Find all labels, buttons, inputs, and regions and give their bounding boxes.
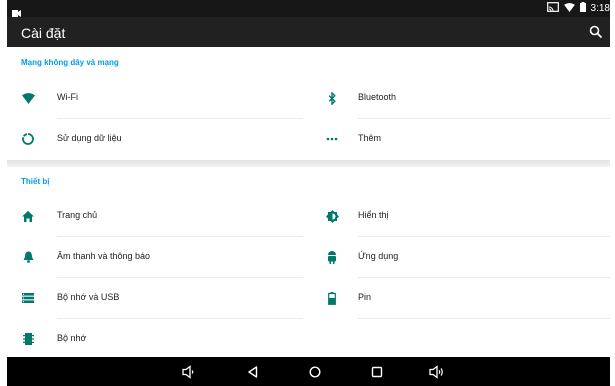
- settings-item-battery[interactable]: Pin: [7, 278, 610, 318]
- navigation-bar: [7, 357, 610, 386]
- battery-icon: [579, 2, 586, 15]
- settings-item-apps[interactable]: Ứng dụng: [7, 237, 610, 277]
- settings-item-display[interactable]: Hiển thị: [7, 196, 610, 236]
- battery-icon: [325, 291, 339, 305]
- settings-item-label: Pin: [358, 292, 372, 302]
- home-button[interactable]: [307, 364, 323, 380]
- device-section: Thiết bị Trang chủ Hiển thị Âm thanh và …: [7, 167, 610, 357]
- bluetooth-icon: [325, 91, 339, 105]
- section-header-device: Thiết bị: [21, 177, 50, 186]
- settings-item-label: Thêm: [358, 133, 382, 143]
- clock-time: 3:18: [590, 3, 610, 14]
- settings-item-label: Bluetooth: [358, 92, 397, 102]
- settings-screen: 3:18 Cài đặt Mạng không dây và mạng Wi-F…: [7, 0, 610, 386]
- wifi-icon: [563, 2, 575, 15]
- back-icon: [245, 366, 261, 384]
- cast-icon: [546, 2, 559, 15]
- volume-up-button[interactable]: [429, 364, 445, 380]
- recents-icon: [369, 366, 385, 384]
- settings-item-memory[interactable]: Bộ nhớ: [7, 319, 303, 359]
- back-button[interactable]: [245, 364, 261, 380]
- settings-item-label: Bộ nhớ: [57, 333, 87, 343]
- recents-button[interactable]: [369, 364, 385, 380]
- wireless-networks-section: Mạng không dây và mạng Wi-Fi Bluetooth S…: [7, 47, 610, 160]
- volume-down-button[interactable]: [181, 364, 197, 380]
- divider: [358, 318, 610, 319]
- volume-up-icon: [429, 365, 445, 384]
- search-icon: [588, 25, 604, 44]
- home-icon: [307, 366, 323, 384]
- more-icon: [325, 132, 339, 146]
- app-bar: Cài đặt: [7, 17, 610, 47]
- search-button[interactable]: [588, 24, 604, 40]
- android-icon: [325, 250, 339, 264]
- page-title: Cài đặt: [21, 25, 66, 41]
- display-icon: [325, 209, 339, 223]
- settings-item-more[interactable]: Thêm: [7, 119, 610, 159]
- settings-item-label: Ứng dụng: [358, 251, 399, 261]
- memory-icon: [21, 332, 35, 346]
- status-bar: 3:18: [7, 0, 610, 17]
- section-separator: [7, 160, 610, 167]
- settings-item-bluetooth[interactable]: Bluetooth: [7, 78, 610, 118]
- settings-item-label: Hiển thị: [358, 210, 389, 220]
- volume-down-icon: [181, 365, 197, 384]
- section-header-wireless: Mạng không dây và mạng: [21, 58, 119, 67]
